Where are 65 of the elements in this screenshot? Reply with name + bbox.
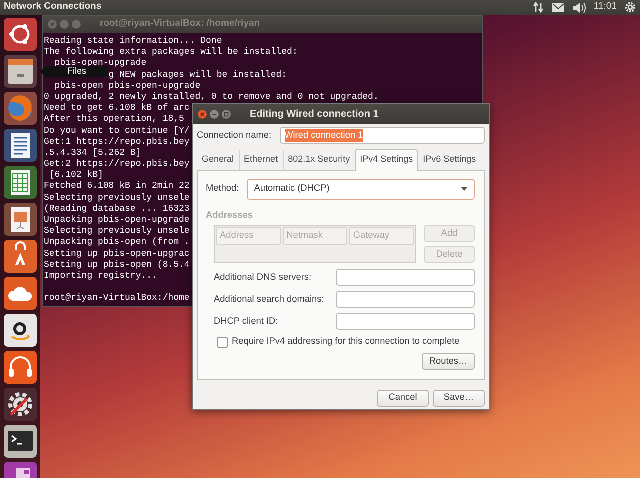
presentation-icon[interactable] bbox=[4, 203, 36, 236]
terminal-line: Setting up pbis-open-upgrac bbox=[44, 248, 190, 259]
method-dropdown[interactable]: Automatic (DHCP) bbox=[247, 178, 475, 200]
terminal-line: Do you want to continue [Y/ bbox=[44, 126, 190, 136]
headphones-icon[interactable] bbox=[4, 351, 36, 384]
tooltip: Files bbox=[40, 66, 108, 77]
window-title: Network Connections bbox=[4, 0, 102, 14]
maximize-icon[interactable] bbox=[222, 110, 231, 118]
network-icon[interactable] bbox=[532, 2, 544, 13]
spreadsheet-icon[interactable] bbox=[4, 166, 36, 199]
checkbox-label: Require IPv4 addressing for this connection to complete bbox=[232, 335, 460, 348]
terminal-line: Get:2 https://repo.pbis.bey bbox=[44, 159, 190, 170]
caret-icon bbox=[461, 187, 468, 191]
terminal-line: [6.102 kB] bbox=[48, 170, 104, 180]
field-label: DHCP client ID: bbox=[214, 314, 280, 328]
settings-icon[interactable] bbox=[4, 388, 36, 421]
field-label: Connection name: bbox=[197, 128, 272, 142]
document-icon[interactable] bbox=[4, 129, 36, 162]
dialog-button[interactable]: Save… bbox=[433, 390, 485, 406]
field-label: Additional search domains: bbox=[214, 292, 326, 306]
terminal-icon[interactable] bbox=[4, 425, 36, 458]
minimize-icon[interactable] bbox=[210, 110, 219, 118]
checkbox[interactable] bbox=[217, 336, 228, 348]
close-icon[interactable] bbox=[198, 110, 207, 118]
field-label: Additional DNS servers: bbox=[214, 270, 313, 284]
terminal-line: Selecting previously unsele bbox=[44, 192, 190, 203]
cloud-icon[interactable] bbox=[4, 277, 36, 310]
terminal-line: .5.4.334 [5.262 B] bbox=[44, 148, 142, 158]
terminal-line: Get:1 https://repo.pbis.bey bbox=[44, 136, 190, 147]
settings-icon[interactable] bbox=[625, 2, 636, 13]
terminal-line: Reading state information... Done bbox=[44, 36, 222, 46]
terminal-line: pbis-open pbis-open-upgrade bbox=[54, 80, 201, 91]
field-label: Method: bbox=[206, 182, 240, 196]
drawer-icon[interactable] bbox=[4, 55, 36, 88]
terminal-line: The following extra packages will be installed: bbox=[44, 47, 298, 58]
terminal-line: Fetched 6.108 kB in 2min 22 bbox=[44, 181, 190, 192]
terminal-line: Importing registry... bbox=[44, 270, 158, 281]
input-field[interactable] bbox=[336, 291, 475, 308]
terminal-line: g NEW packages will be installed: bbox=[108, 70, 288, 80]
globe-icon[interactable] bbox=[4, 92, 36, 125]
clock[interactable]: 11:01 bbox=[594, 0, 617, 15]
dash-icon[interactable] bbox=[4, 18, 36, 51]
terminal-line: After this operation, 18,5 bbox=[44, 114, 184, 124]
window-title: Editing Wired connection 1 bbox=[250, 108, 379, 122]
input-field[interactable] bbox=[336, 269, 475, 286]
volume-icon[interactable] bbox=[572, 2, 586, 12]
input-field[interactable] bbox=[336, 313, 475, 330]
section-label: Addresses bbox=[206, 208, 254, 222]
tab[interactable]: IPv4 Settings bbox=[355, 149, 418, 170]
terminal-line: Setting up pbis-open (8.5.4 bbox=[44, 260, 190, 270]
terminal-line: (Reading database ... 16323 bbox=[44, 204, 190, 214]
terminal-line: Selecting previously unsele bbox=[44, 226, 190, 236]
terminal-line: Need to get 6.108 kB of arc bbox=[44, 103, 190, 114]
tab[interactable]: IPv6 Settings bbox=[418, 149, 482, 170]
terminal-line: root@riyan-VirtualBox:/home bbox=[44, 293, 190, 304]
shopping-bag-icon[interactable] bbox=[4, 240, 36, 273]
terminal-line: 0 upgraded, 2 newly installed, 0 to remove and 0 not upgraded. bbox=[44, 92, 379, 102]
window-title: root@riyan-VirtualBox: /home/riyan bbox=[100, 17, 260, 32]
terminal-line: Unpacking pbis-open-upgrade bbox=[44, 215, 190, 225]
terminal-line: pbis-open-upgrade bbox=[54, 58, 147, 68]
routes-button[interactable]: Routes… bbox=[422, 353, 475, 370]
tab[interactable]: General bbox=[197, 149, 240, 170]
terminal-line: Unpacking pbis-open (from . bbox=[44, 237, 190, 248]
mail-icon[interactable] bbox=[552, 2, 565, 12]
dialog-button[interactable]: Cancel bbox=[377, 390, 429, 406]
